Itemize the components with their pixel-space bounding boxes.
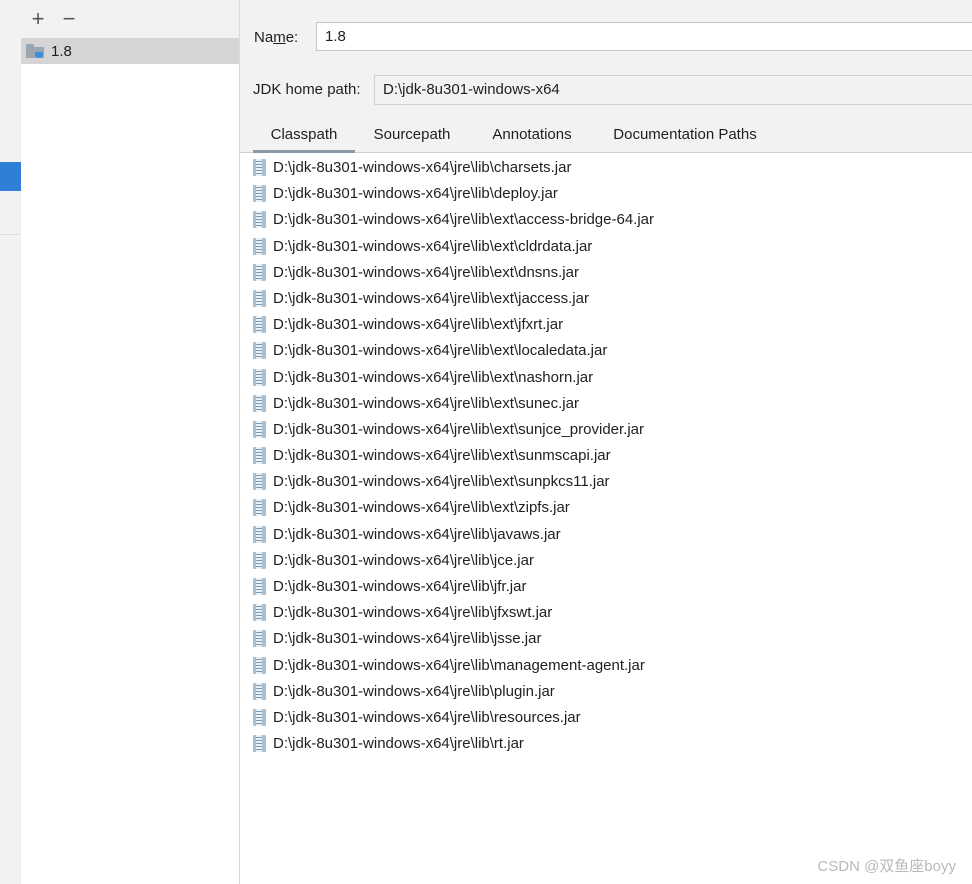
classpath-entry-path: D:\jdk-8u301-windows-x64\jre\lib\ext\dns…: [273, 263, 579, 281]
classpath-entry-path: D:\jdk-8u301-windows-x64\jre\lib\jsse.ja…: [273, 630, 542, 648]
watermark: CSDN @双鱼座boyy: [817, 858, 956, 875]
jar-icon: [253, 499, 266, 517]
classpath-entry-path: D:\jdk-8u301-windows-x64\jre\lib\ext\acc…: [273, 211, 654, 229]
list-item[interactable]: D:\jdk-8u301-windows-x64\jre\lib\ext\zip…: [240, 495, 972, 521]
jdk-home-path-label: JDK home path:: [253, 81, 361, 98]
jar-icon: [253, 525, 266, 543]
classpath-entry-path: D:\jdk-8u301-windows-x64\jre\lib\javaws.…: [273, 525, 561, 543]
jar-icon: [253, 473, 266, 491]
minus-icon: −: [62, 6, 76, 31]
list-item[interactable]: D:\jdk-8u301-windows-x64\jre\lib\ext\loc…: [240, 338, 972, 364]
classpath-entry-path: D:\jdk-8u301-windows-x64\jre\lib\ext\jac…: [273, 289, 589, 307]
jar-icon: [253, 159, 266, 176]
classpath-list[interactable]: D:\jdk-8u301-windows-x64\jre\lib\charset…: [240, 155, 972, 757]
nav-selection-marker[interactable]: [0, 162, 21, 191]
classpath-entry-path: D:\jdk-8u301-windows-x64\jre\lib\charset…: [273, 159, 572, 176]
jdk-folder-icon: [26, 44, 44, 58]
jar-icon: [253, 630, 266, 648]
classpath-entry-path: D:\jdk-8u301-windows-x64\jre\lib\ext\zip…: [273, 499, 570, 517]
list-item[interactable]: D:\jdk-8u301-windows-x64\jre\lib\ext\cld…: [240, 234, 972, 260]
list-item[interactable]: D:\jdk-8u301-windows-x64\jre\lib\jfxswt.…: [240, 600, 972, 626]
list-item[interactable]: D:\jdk-8u301-windows-x64\jre\lib\jsse.ja…: [240, 626, 972, 652]
sdk-item-1-8[interactable]: 1.8: [21, 38, 239, 64]
name-label: Name:: [254, 29, 299, 46]
nav-divider: [0, 234, 21, 235]
sdk-paths-tabs: Classpath Sourcepath Annotations Documen…: [240, 118, 972, 153]
classpath-entry-path: D:\jdk-8u301-windows-x64\jre\lib\managem…: [273, 656, 645, 674]
list-item[interactable]: D:\jdk-8u301-windows-x64\jre\lib\javaws.…: [240, 522, 972, 548]
classpath-entry-path: D:\jdk-8u301-windows-x64\jre\lib\jfxswt.…: [273, 604, 553, 622]
sdk-details-panel: Name: JDK home path: D:\jdk-8u301-window…: [240, 0, 972, 884]
classpath-entry-path: D:\jdk-8u301-windows-x64\jre\lib\ext\cld…: [273, 237, 593, 255]
list-item[interactable]: D:\jdk-8u301-windows-x64\jre\lib\rt.jar: [240, 731, 972, 757]
classpath-entry-path: D:\jdk-8u301-windows-x64\jre\lib\plugin.…: [273, 682, 555, 700]
jar-icon: [253, 237, 266, 255]
jar-icon: [253, 735, 266, 753]
list-item[interactable]: D:\jdk-8u301-windows-x64\jre\lib\jce.jar: [240, 548, 972, 574]
name-label-mnemonic: m: [273, 29, 286, 46]
sdk-list-pane: + − 1.8: [21, 0, 240, 884]
classpath-entry-path: D:\jdk-8u301-windows-x64\jre\lib\resourc…: [273, 708, 581, 726]
jar-icon: [253, 368, 266, 386]
jar-icon: [253, 394, 266, 412]
jar-icon: [253, 342, 266, 360]
list-item[interactable]: D:\jdk-8u301-windows-x64\jre\lib\ext\sun…: [240, 469, 972, 495]
tab-sourcepath[interactable]: Sourcepath: [364, 118, 460, 152]
list-item[interactable]: D:\jdk-8u301-windows-x64\jre\lib\ext\sun…: [240, 391, 972, 417]
classpath-entry-path: D:\jdk-8u301-windows-x64\jre\lib\jce.jar: [273, 551, 534, 569]
list-item[interactable]: D:\jdk-8u301-windows-x64\jre\lib\charset…: [240, 155, 972, 181]
classpath-entry-path: D:\jdk-8u301-windows-x64\jre\lib\ext\jfx…: [273, 316, 564, 334]
tab-classpath[interactable]: Classpath: [253, 118, 355, 153]
jar-icon: [253, 211, 266, 229]
list-item[interactable]: D:\jdk-8u301-windows-x64\jre\lib\ext\dns…: [240, 260, 972, 286]
settings-nav-strip: [0, 0, 22, 884]
jar-icon: [253, 682, 266, 700]
classpath-entry-path: D:\jdk-8u301-windows-x64\jre\lib\ext\sun…: [273, 394, 579, 412]
jar-icon: [253, 551, 266, 569]
list-item[interactable]: D:\jdk-8u301-windows-x64\jre\lib\resourc…: [240, 705, 972, 731]
jar-icon: [253, 420, 266, 438]
list-item[interactable]: D:\jdk-8u301-windows-x64\jre\lib\plugin.…: [240, 679, 972, 705]
list-item[interactable]: D:\jdk-8u301-windows-x64\jre\lib\ext\jac…: [240, 286, 972, 312]
tab-documentation-paths[interactable]: Documentation Paths: [602, 118, 768, 152]
classpath-entry-path: D:\jdk-8u301-windows-x64\jre\lib\jfr.jar: [273, 578, 527, 595]
jar-icon: [253, 316, 266, 334]
name-input[interactable]: [316, 22, 972, 51]
classpath-entry-path: D:\jdk-8u301-windows-x64\jre\lib\ext\sun…: [273, 447, 611, 465]
classpath-entry-path: D:\jdk-8u301-windows-x64\jre\lib\ext\sun…: [273, 473, 610, 491]
list-item[interactable]: D:\jdk-8u301-windows-x64\jre\lib\deploy.…: [240, 181, 972, 207]
classpath-entry-path: D:\jdk-8u301-windows-x64\jre\lib\ext\nas…: [273, 368, 594, 386]
sdk-item-label: 1.8: [51, 42, 72, 60]
jar-icon: [253, 263, 266, 281]
classpath-entry-path: D:\jdk-8u301-windows-x64\jre\lib\deploy.…: [273, 185, 558, 203]
list-item[interactable]: D:\jdk-8u301-windows-x64\jre\lib\ext\sun…: [240, 417, 972, 443]
list-item[interactable]: D:\jdk-8u301-windows-x64\jre\lib\managem…: [240, 653, 972, 679]
jar-icon: [253, 578, 266, 595]
jar-icon: [253, 604, 266, 622]
jar-icon: [253, 447, 266, 465]
list-item[interactable]: D:\jdk-8u301-windows-x64\jre\lib\ext\acc…: [240, 207, 972, 233]
jdk-home-path-field[interactable]: D:\jdk-8u301-windows-x64: [374, 75, 972, 105]
add-sdk-button[interactable]: +: [27, 8, 49, 30]
tab-annotations[interactable]: Annotations: [481, 118, 583, 152]
list-item[interactable]: D:\jdk-8u301-windows-x64\jre\lib\jfr.jar: [240, 574, 972, 600]
list-item[interactable]: D:\jdk-8u301-windows-x64\jre\lib\ext\sun…: [240, 443, 972, 469]
classpath-entry-path: D:\jdk-8u301-windows-x64\jre\lib\rt.jar: [273, 735, 524, 753]
classpath-entry-path: D:\jdk-8u301-windows-x64\jre\lib\ext\loc…: [273, 342, 608, 360]
classpath-entry-path: D:\jdk-8u301-windows-x64\jre\lib\ext\sun…: [273, 420, 645, 438]
list-item[interactable]: D:\jdk-8u301-windows-x64\jre\lib\ext\jfx…: [240, 312, 972, 338]
remove-sdk-button[interactable]: −: [58, 8, 80, 30]
sdk-list-toolbar: + −: [21, 0, 239, 39]
plus-icon: +: [31, 6, 45, 31]
list-item[interactable]: D:\jdk-8u301-windows-x64\jre\lib\ext\nas…: [240, 365, 972, 391]
jar-icon: [253, 289, 266, 307]
jar-icon: [253, 656, 266, 674]
jar-icon: [253, 185, 266, 203]
jar-icon: [253, 708, 266, 726]
